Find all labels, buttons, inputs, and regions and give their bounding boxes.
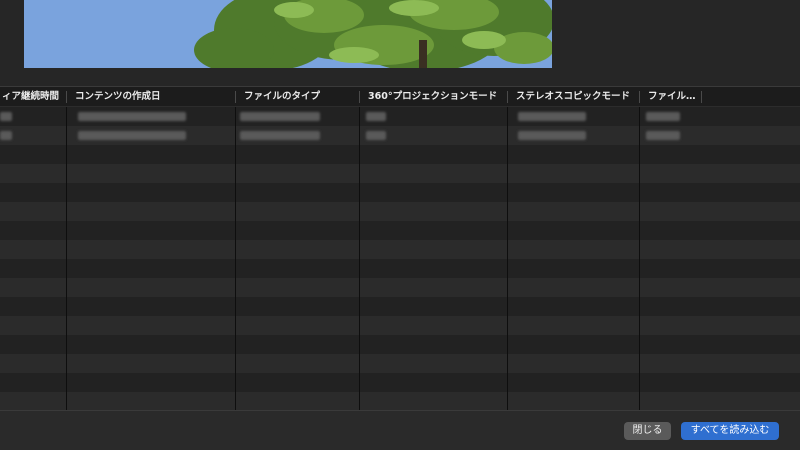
redacted-cell xyxy=(240,131,320,140)
redacted-cell xyxy=(78,131,186,140)
table-row xyxy=(0,145,800,164)
table-row xyxy=(0,392,800,410)
column-header-360-projection-mode[interactable]: 360°プロジェクションモード xyxy=(360,87,506,107)
close-button[interactable]: 閉じる xyxy=(624,422,671,440)
import-all-button[interactable]: すべてを読み込む xyxy=(681,422,779,440)
table-row xyxy=(0,183,800,202)
table-row xyxy=(0,202,800,221)
column-divider xyxy=(66,107,67,410)
table-body xyxy=(0,107,800,410)
table-row xyxy=(0,316,800,335)
column-separator xyxy=(701,91,702,103)
table-row xyxy=(0,354,800,373)
redacted-cell xyxy=(646,112,680,121)
table-header: ィア継続時間 コンテンツの作成日 ファイルのタイプ 360°プロジェクションモー… xyxy=(0,87,800,107)
table-row xyxy=(0,278,800,297)
table-row xyxy=(0,335,800,354)
dialog-footer: 閉じる すべてを読み込む xyxy=(0,410,800,450)
tree-photo xyxy=(24,0,552,68)
column-divider xyxy=(507,107,508,410)
column-header-file[interactable]: ファイル… xyxy=(640,87,700,107)
table-row xyxy=(0,164,800,183)
redacted-cell xyxy=(240,112,320,121)
redacted-cell xyxy=(0,112,12,121)
media-info-table: ィア継続時間 コンテンツの作成日 ファイルのタイプ 360°プロジェクションモー… xyxy=(0,87,800,410)
redacted-cell xyxy=(518,112,586,121)
redacted-cell xyxy=(366,112,386,121)
column-divider xyxy=(359,107,360,410)
redacted-cell xyxy=(518,131,586,140)
preview-area xyxy=(0,0,800,86)
column-divider xyxy=(639,107,640,410)
table-row xyxy=(0,373,800,392)
redacted-cell xyxy=(366,131,386,140)
column-header-stereoscopic-mode[interactable]: ステレオスコピックモード xyxy=(508,87,638,107)
table-row xyxy=(0,297,800,316)
column-header-file-type[interactable]: ファイルのタイプ xyxy=(236,87,358,107)
column-header-duration[interactable]: ィア継続時間 xyxy=(0,87,64,107)
column-header-creation-date[interactable]: コンテンツの作成日 xyxy=(67,87,234,107)
column-divider xyxy=(235,107,236,410)
redacted-cell xyxy=(0,131,12,140)
table-row xyxy=(0,221,800,240)
redacted-cell xyxy=(78,112,186,121)
table-row xyxy=(0,240,800,259)
redacted-cell xyxy=(646,131,680,140)
table-row xyxy=(0,259,800,278)
preview-image xyxy=(24,0,552,68)
